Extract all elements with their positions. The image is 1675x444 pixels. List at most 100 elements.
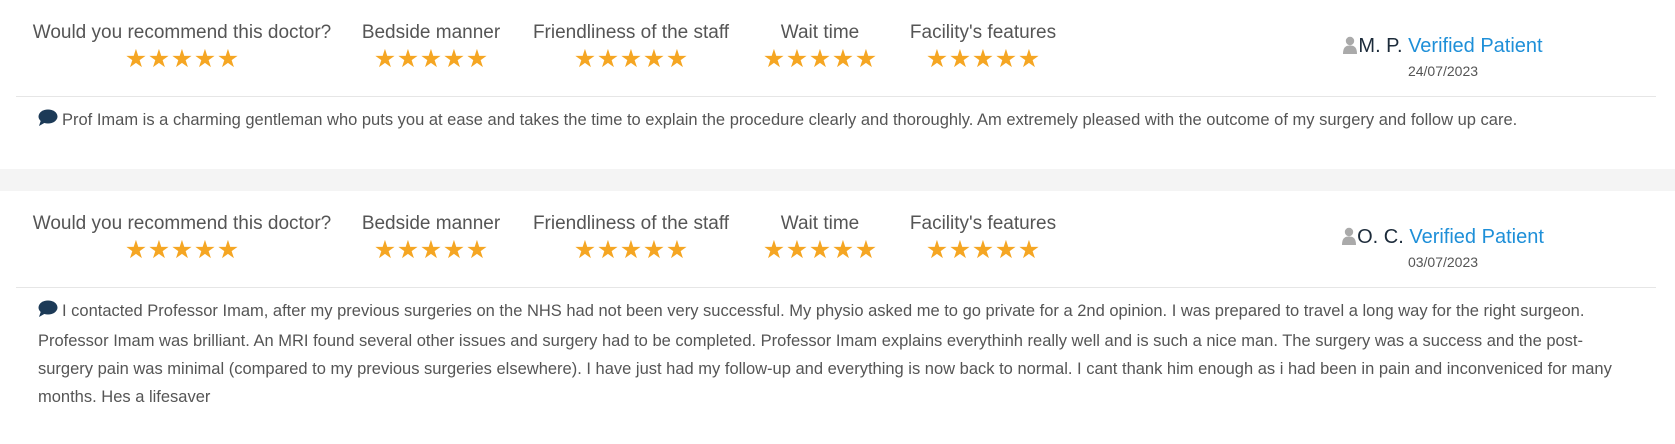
star-icon: ★ [854,45,878,73]
rating-label: Friendliness of the staff [532,213,730,234]
rating-wait-time: Wait time ★★★★★ [763,213,878,263]
user-icon [1343,36,1358,60]
star-icon: ★ [216,45,240,73]
comment-text: Prof Imam is a charming gentleman who pu… [62,111,1518,129]
star-icon: ★ [419,236,443,264]
user-icon [1342,227,1357,251]
verified-patient-label: Verified Patient [1409,226,1544,248]
star-icon: ★ [147,236,171,264]
rating-label: Friendliness of the staff [532,22,730,43]
star-icon: ★ [396,236,420,264]
rating-recommend: Would you recommend this doctor? ★★★★★ [33,213,332,263]
review-author: M. P. Verified Patient 24/07/2023 [1318,34,1568,80]
review-comment: Prof Imam is a charming gentleman who pu… [38,106,1635,136]
review-card: Would you recommend this doctor? ★★★★★ B… [0,0,1675,169]
author-initials: M. P. [1358,35,1403,57]
star-icon: ★ [971,236,995,264]
star-icon: ★ [1017,236,1041,264]
star-icon: ★ [170,45,194,73]
star-icon: ★ [1017,45,1041,73]
star-icon: ★ [762,236,786,264]
review-author: O. C. Verified Patient 03/07/2023 [1318,225,1568,271]
star-icon: ★ [596,45,620,73]
star-rating: ★★★★★ [33,237,332,263]
rating-label: Bedside manner [361,213,501,234]
star-icon: ★ [831,45,855,73]
divider [16,287,1656,288]
star-icon: ★ [642,236,666,264]
star-icon: ★ [147,45,171,73]
rating-label: Wait time [780,213,860,234]
star-icon: ★ [124,236,148,264]
rating-bedside-manner: Bedside manner ★★★★★ [362,22,500,72]
star-rating: ★★★★★ [533,46,729,72]
star-icon: ★ [925,236,949,264]
rating-label: Would you recommend this doctor? [32,22,332,43]
star-icon: ★ [465,45,489,73]
star-icon: ★ [619,236,643,264]
verified-patient-label: Verified Patient [1408,35,1543,57]
star-icon: ★ [925,45,949,73]
star-icon: ★ [373,236,397,264]
rating-facility-features: Facility's features ★★★★★ [910,213,1056,263]
star-rating: ★★★★★ [533,237,729,263]
star-icon: ★ [642,45,666,73]
star-icon: ★ [193,236,217,264]
comment-icon [38,299,58,327]
comment-icon [38,108,58,136]
review-comment: I contacted Professor Imam, after my pre… [38,297,1635,411]
star-icon: ★ [831,236,855,264]
divider [16,96,1656,97]
rating-wait-time: Wait time ★★★★★ [763,22,878,72]
star-icon: ★ [124,45,148,73]
rating-label: Wait time [780,22,860,43]
review-date: 03/07/2023 [1407,254,1479,270]
review-card: Would you recommend this doctor? ★★★★★ B… [0,191,1675,444]
rating-label: Bedside manner [361,22,501,43]
rating-recommend: Would you recommend this doctor? ★★★★★ [33,22,332,72]
star-icon: ★ [808,236,832,264]
rating-label: Facility's features [909,213,1057,234]
star-icon: ★ [762,45,786,73]
star-icon: ★ [948,236,972,264]
comment-text: I contacted Professor Imam, after my pre… [38,302,1612,406]
star-icon: ★ [216,236,240,264]
star-icon: ★ [785,236,809,264]
star-rating: ★★★★★ [763,237,878,263]
rating-staff-friendliness: Friendliness of the staff ★★★★★ [533,22,729,72]
star-icon: ★ [665,236,689,264]
star-icon: ★ [971,45,995,73]
star-icon: ★ [596,236,620,264]
star-icon: ★ [665,45,689,73]
star-icon: ★ [442,236,466,264]
star-icon: ★ [373,45,397,73]
star-icon: ★ [994,236,1018,264]
star-icon: ★ [170,236,194,264]
review-separator [0,169,1675,191]
review-date: 24/07/2023 [1407,63,1479,79]
rating-facility-features: Facility's features ★★★★★ [910,22,1056,72]
rating-bedside-manner: Bedside manner ★★★★★ [362,213,500,263]
star-icon: ★ [442,45,466,73]
star-icon: ★ [465,236,489,264]
star-icon: ★ [573,236,597,264]
star-rating: ★★★★★ [33,46,332,72]
star-icon: ★ [193,45,217,73]
rating-label: Facility's features [909,22,1057,43]
star-icon: ★ [419,45,443,73]
star-icon: ★ [994,45,1018,73]
star-rating: ★★★★★ [910,237,1056,263]
star-rating: ★★★★★ [910,46,1056,72]
star-icon: ★ [573,45,597,73]
star-icon: ★ [619,45,643,73]
star-rating: ★★★★★ [763,46,878,72]
star-icon: ★ [396,45,420,73]
star-icon: ★ [948,45,972,73]
rating-label: Would you recommend this doctor? [32,213,332,234]
author-initials: O. C. [1357,226,1404,248]
star-icon: ★ [854,236,878,264]
star-rating: ★★★★★ [362,237,500,263]
rating-staff-friendliness: Friendliness of the staff ★★★★★ [533,213,729,263]
star-icon: ★ [808,45,832,73]
star-icon: ★ [785,45,809,73]
